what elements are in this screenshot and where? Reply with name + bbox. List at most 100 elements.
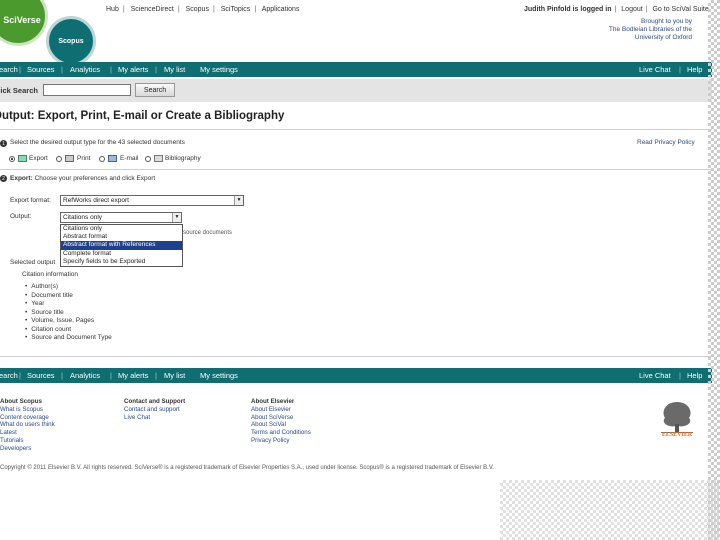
output-option-abstract[interactable]: Abstract format (61, 233, 182, 241)
footer-link[interactable]: About SciVal (251, 421, 311, 429)
footer-nav-help[interactable]: Help (687, 371, 702, 380)
footer-nav-sources[interactable]: Sources (27, 371, 55, 380)
footer-col-heading: About Scopus (0, 398, 42, 405)
list-item: Year (25, 300, 112, 309)
step-2-text: Export: Choose your preferences and clic… (10, 175, 155, 182)
title-divider (0, 129, 712, 130)
footer-nav-analytics[interactable]: Analytics (70, 371, 100, 380)
footer-col-about-scopus: About Scopus What is Scopus Content cove… (0, 398, 55, 453)
top-link-applications[interactable]: Applications (262, 6, 300, 13)
nav-analytics[interactable]: Analytics (70, 65, 100, 74)
footer-nav-live-chat[interactable]: Live Chat (639, 371, 671, 380)
footer-link[interactable]: About Elsevier (251, 406, 311, 414)
brought-by-line-2[interactable]: The Bodleian Libraries of the (568, 26, 692, 34)
sciverse-logo[interactable]: SciVerse (0, 0, 48, 46)
quick-search-label: Quick Search (0, 86, 38, 95)
citation-fields-list: Author(s) Document title Year Source tit… (25, 283, 112, 343)
chevron-down-icon: ▼ (172, 213, 181, 222)
output-option-citations-only[interactable]: Citations only (61, 225, 182, 233)
radio-email[interactable] (99, 156, 105, 162)
nav-sources[interactable]: Sources (27, 65, 55, 74)
radio-bibliography-label[interactable]: Bibliography (165, 155, 201, 162)
footer-col-contact: Contact and Support Contact and support … (124, 398, 185, 421)
step-1-text: Select the desired output type for the 4… (10, 139, 185, 146)
content-divider (0, 356, 712, 357)
export-format-value: RefWorks direct export (63, 197, 129, 204)
brought-by: Brought to you by The Bodleian Libraries… (568, 18, 692, 42)
list-item: Author(s) (25, 283, 112, 292)
top-link-scopus[interactable]: Scopus (186, 6, 209, 13)
output-option-complete[interactable]: Complete format (61, 250, 182, 258)
output-label: Output: (10, 213, 32, 220)
nav-my-alerts[interactable]: My alerts (118, 65, 148, 74)
export-format-select[interactable]: RefWorks direct export ▼ (60, 195, 244, 206)
chevron-down-icon: ▼ (234, 196, 243, 205)
radio-bibliography[interactable] (145, 156, 151, 162)
top-link-hub[interactable]: Hub (106, 6, 119, 13)
footer-link[interactable]: Tutorials (0, 437, 55, 445)
nav-live-chat[interactable]: Live Chat (639, 65, 671, 74)
elsevier-logo[interactable]: ELSEVIER (655, 396, 699, 440)
footer-link[interactable]: Privacy Policy (251, 437, 311, 445)
behind-text: source documents (183, 230, 233, 236)
list-item: Citation count (25, 326, 112, 335)
top-link-sciencedirect[interactable]: ScienceDirect (131, 6, 174, 13)
top-link-scitopics[interactable]: SciTopics (221, 6, 251, 13)
step-2-icon: 2 (0, 175, 7, 182)
output-dropdown-list: Citations only Abstract format Abstract … (60, 224, 183, 268)
footer-link[interactable]: Contact and support (124, 406, 185, 414)
footer-link[interactable]: Terms and Conditions (251, 429, 311, 437)
nav-my-list[interactable]: My list (164, 65, 185, 74)
footer-nav-my-settings[interactable]: My settings (200, 371, 238, 380)
step-2-heading: Export: (10, 175, 33, 182)
step-2-instruction: Choose your preferences and click Export (34, 175, 156, 182)
output-select[interactable]: Citations only ▼ (60, 212, 182, 223)
email-icon (108, 155, 117, 162)
brought-by-line-3[interactable]: University of Oxford (568, 34, 692, 42)
footer-col-heading: About Elsevier (251, 398, 295, 405)
footer-link[interactable]: What is Scopus (0, 406, 55, 414)
nav-help[interactable]: Help (687, 65, 702, 74)
radio-email-label[interactable]: E-mail (120, 155, 138, 162)
quick-search-bar: Quick Search Search (0, 79, 712, 102)
radio-export[interactable] (9, 156, 15, 162)
print-icon (65, 155, 74, 162)
nav-search[interactable]: Search (0, 65, 18, 74)
quick-search-input[interactable] (43, 84, 131, 96)
list-item: Volume, Issue, Pages (25, 317, 112, 326)
quick-search-button[interactable]: Search (135, 83, 175, 97)
footer-nav-my-list[interactable]: My list (164, 371, 185, 380)
output-value: Citations only (63, 214, 103, 221)
footer-link[interactable]: Live Chat (124, 414, 185, 422)
footer-link[interactable]: Latest (0, 429, 55, 437)
brought-by-line-1: Brought to you by (641, 18, 692, 25)
footer-nav-search[interactable]: Search (0, 371, 18, 380)
logout-link[interactable]: Logout (621, 6, 642, 13)
radio-print[interactable] (56, 156, 62, 162)
transparent-edge-right (708, 0, 720, 540)
copyright-text: Copyright © 2011 Elsevier B.V. All right… (0, 465, 494, 471)
privacy-policy-link[interactable]: Read Privacy Policy (637, 139, 695, 146)
scopus-logo-text: Scopus (58, 37, 84, 45)
nav-my-settings[interactable]: My settings (200, 65, 238, 74)
scopus-logo[interactable]: Scopus (46, 16, 96, 66)
top-links: Hub | ScienceDirect | Scopus | SciTopics | A… (106, 6, 300, 13)
footer-nav-my-alerts[interactable]: My alerts (118, 371, 148, 380)
footer-link[interactable]: What do users think (0, 421, 55, 429)
radio-export-label[interactable]: Export (29, 155, 48, 162)
footer-link[interactable]: About SciVerse (251, 414, 311, 422)
footer-col-heading: Contact and Support (124, 398, 186, 405)
footer-link[interactable]: Developers (0, 445, 55, 453)
radio-print-label[interactable]: Print (77, 155, 90, 162)
scival-link[interactable]: Go to SciVal Suite (652, 6, 708, 13)
user-logged-in: Judith Pinfold is logged in (524, 6, 612, 13)
elsevier-wordmark: ELSEVIER (661, 432, 693, 438)
transparent-edge-bottom (500, 480, 720, 540)
footer-link[interactable]: Content coverage (0, 414, 55, 422)
sciverse-logo-text: SciVerse (3, 15, 41, 25)
list-item: Source and Document Type (25, 334, 111, 343)
output-option-specify-fields[interactable]: Specify fields to be Exported (61, 258, 182, 266)
citation-info-heading: Citation information (22, 271, 78, 278)
page-title: Output: Export, Print, E-mail or Create … (0, 110, 285, 122)
output-option-abstract-references[interactable]: Abstract format with References (61, 241, 182, 250)
